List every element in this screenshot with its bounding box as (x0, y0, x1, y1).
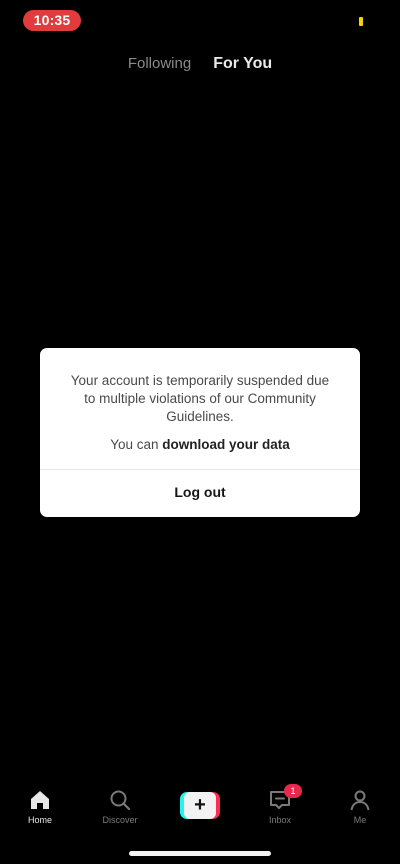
status-time: 10:35 (23, 10, 81, 31)
nav-me[interactable]: Me (330, 788, 390, 834)
bottom-nav: Home Discover + 1 Inbox Me (0, 780, 400, 840)
search-icon (110, 790, 131, 811)
download-data-text: You can download your data (40, 436, 360, 454)
status-indicator-icon (359, 17, 363, 26)
tab-following[interactable]: Following (128, 52, 191, 76)
download-data-link[interactable]: download your data (162, 437, 290, 452)
nav-inbox-label: Inbox (268, 815, 292, 825)
nav-discover-label: Discover (102, 815, 138, 825)
status-bar: 10:35 (0, 0, 400, 44)
logout-button[interactable]: Log out (40, 470, 360, 517)
profile-icon (350, 790, 370, 811)
nav-me-label: Me (353, 815, 367, 825)
nav-discover[interactable]: Discover (90, 788, 150, 834)
dialog-message: Your account is temporarily suspended du… (70, 373, 330, 424)
plus-icon: + (184, 792, 216, 819)
feed-tabs: Following For You (0, 52, 400, 76)
home-indicator[interactable] (129, 851, 271, 856)
nav-home[interactable]: Home (10, 788, 70, 834)
suspension-dialog: Your account is temporarily suspended du… (40, 348, 360, 517)
tab-for-you[interactable]: For You (213, 52, 272, 76)
home-icon (31, 791, 49, 809)
nav-home-label: Home (27, 815, 52, 825)
create-button[interactable]: + (180, 792, 220, 819)
nav-inbox[interactable]: 1 Inbox (250, 784, 310, 834)
inbox-badge: 1 (284, 784, 302, 798)
download-prefix: You can (110, 437, 163, 452)
